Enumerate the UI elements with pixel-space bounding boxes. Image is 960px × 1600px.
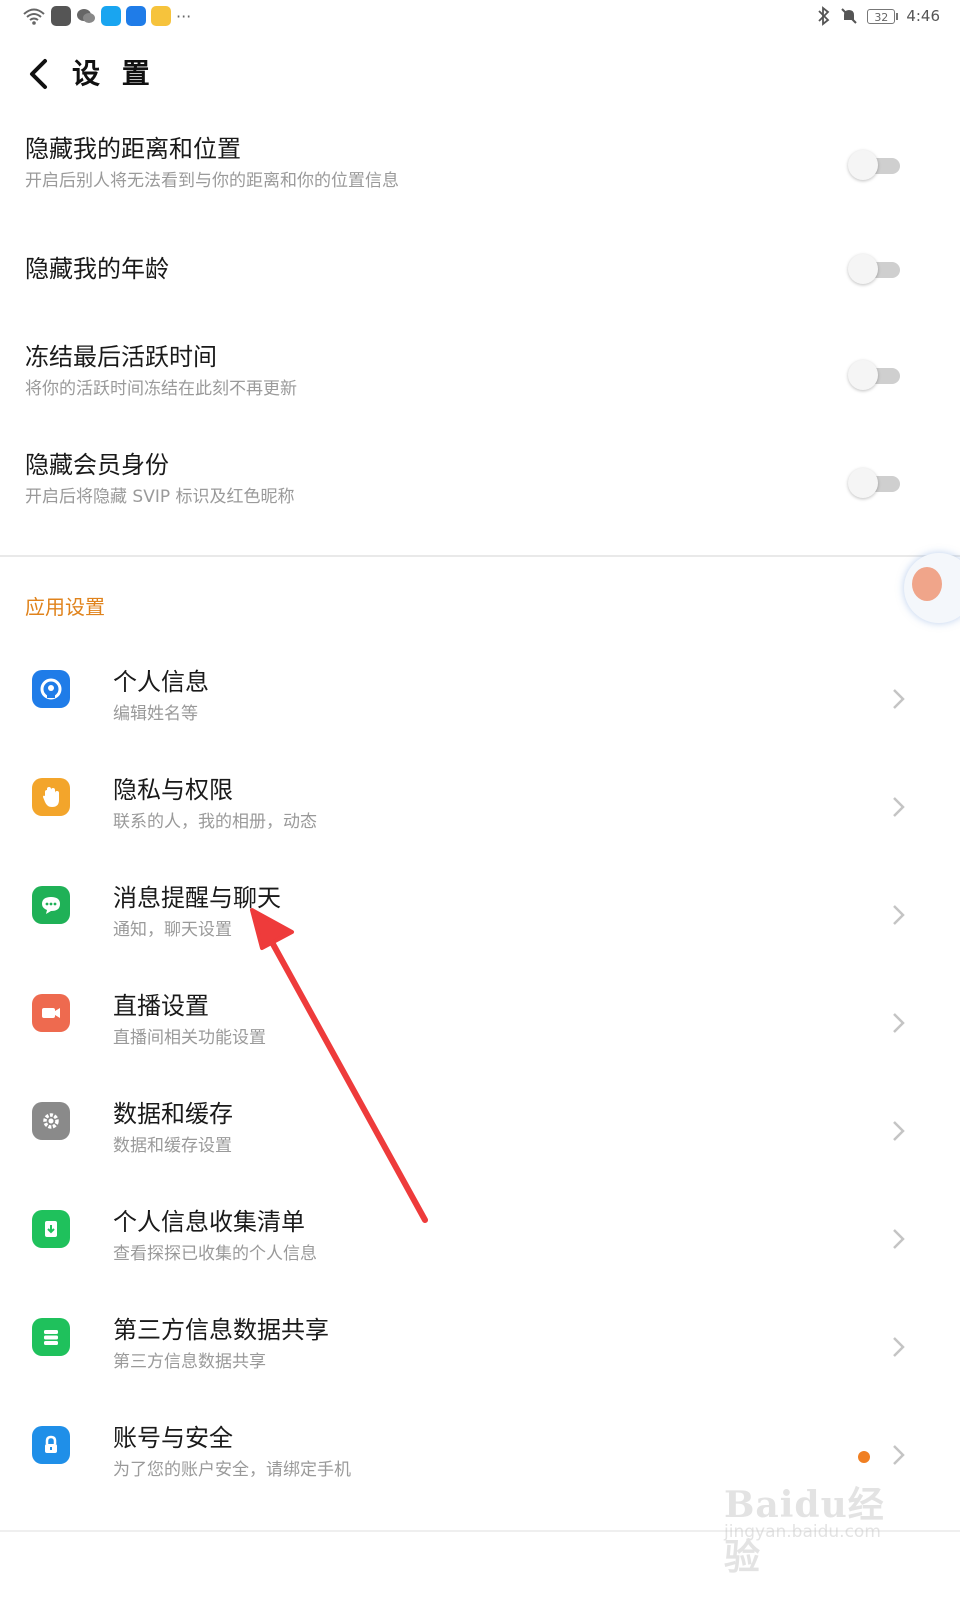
toggle-row-hide-membership: 隐藏会员身份 开启后将隐藏 SVIP 标识及红色昵称 [0, 448, 960, 528]
hide-distance-toggle[interactable] [848, 150, 902, 180]
chat-icon [32, 886, 70, 924]
video-icon [32, 994, 70, 1032]
search-app-icon [101, 6, 121, 26]
back-button[interactable] [18, 54, 58, 94]
toggle-row-hide-age: 隐藏我的年龄 [0, 250, 960, 310]
menu-subtitle: 查看探探已收集的个人信息 [113, 1244, 317, 1264]
status-bar: ··· 32 4:46 [0, 0, 960, 40]
row-title: 冻结最后活跃时间 [25, 343, 217, 371]
chevron-right-icon [893, 905, 905, 925]
bluetooth-icon [818, 6, 830, 26]
hand-icon [32, 778, 70, 816]
menu-item-data-cache[interactable]: 数据和缓存 数据和缓存设置 [0, 1082, 960, 1190]
menu-title: 个人信息 [113, 668, 209, 696]
status-overflow: ··· [176, 6, 192, 26]
wechat-icon [77, 9, 95, 23]
row-subtitle: 开启后将隐藏 SVIP 标识及红色昵称 [25, 487, 295, 507]
bot-app-icon [51, 6, 71, 26]
menu-subtitle: 数据和缓存设置 [113, 1136, 232, 1156]
menu-item-info-collection-list[interactable]: 个人信息收集清单 查看探探已收集的个人信息 [0, 1190, 960, 1298]
menu-subtitle: 联系的人，我的相册，动态 [113, 812, 317, 832]
chevron-right-icon [893, 1445, 905, 1465]
status-right: 32 4:46 [817, 6, 940, 26]
watermark-url: jingyan.baidu.com [724, 1522, 881, 1542]
menu-title: 消息提醒与聊天 [113, 884, 281, 912]
menu-item-personal-info[interactable]: 个人信息 编辑姓名等 [0, 650, 960, 758]
row-title: 隐藏我的距离和位置 [25, 135, 241, 163]
menu-item-live-settings[interactable]: 直播设置 直播间相关功能设置 [0, 974, 960, 1082]
menu-title: 直播设置 [113, 992, 209, 1020]
menu-subtitle: 为了您的账户安全，请绑定手机 [113, 1460, 351, 1480]
gear-icon [32, 1102, 70, 1140]
row-subtitle: 将你的活跃时间冻结在此刻不再更新 [25, 379, 297, 399]
menu-title: 账号与安全 [113, 1424, 233, 1452]
chevron-right-icon [893, 1121, 905, 1141]
app-settings-header: 应用设置 [25, 595, 105, 619]
floating-assistant-button[interactable] [904, 553, 960, 623]
status-time: 4:46 [906, 7, 940, 25]
row-subtitle: 开启后别人将无法看到与你的距离和你的位置信息 [25, 171, 399, 191]
chevron-right-icon [893, 1337, 905, 1357]
download-icon [32, 1210, 70, 1248]
menu-item-third-party-sharing[interactable]: 第三方信息数据共享 第三方信息数据共享 [0, 1298, 960, 1406]
header: 设 置 [0, 40, 960, 110]
lock-icon [32, 1426, 70, 1464]
hide-age-toggle[interactable] [848, 254, 902, 284]
status-left-icons: ··· [22, 6, 191, 26]
menu-subtitle: 直播间相关功能设置 [113, 1028, 266, 1048]
toggle-row-freeze-active: 冻结最后活跃时间 将你的活跃时间冻结在此刻不再更新 [0, 340, 960, 420]
menu-subtitle: 第三方信息数据共享 [113, 1352, 266, 1372]
baidu-watermark: Baidu经验 jingyan.baidu.com [724, 1470, 904, 1578]
freeze-active-toggle[interactable] [848, 360, 902, 390]
hide-membership-toggle[interactable] [848, 468, 902, 498]
row-title: 隐藏会员身份 [25, 451, 169, 479]
menu-item-messages-chat[interactable]: 消息提醒与聊天 通知，聊天设置 [0, 866, 960, 974]
menu-title: 隐私与权限 [113, 776, 233, 804]
toggle-row-hide-distance: 隐藏我的距离和位置 开启后别人将无法看到与你的距离和你的位置信息 [0, 130, 960, 210]
section-divider [0, 555, 960, 557]
menu-subtitle: 编辑姓名等 [113, 704, 198, 724]
menu-item-privacy-permissions[interactable]: 隐私与权限 联系的人，我的相册，动态 [0, 758, 960, 866]
chevron-right-icon [893, 797, 905, 817]
page-title: 设 置 [72, 57, 156, 90]
chevron-right-icon [893, 1229, 905, 1249]
back-arrow-icon [30, 59, 47, 89]
qq-app-icon [126, 6, 146, 26]
menu-subtitle: 通知，聊天设置 [113, 920, 232, 940]
notification-dot [858, 1451, 870, 1463]
menu-title: 第三方信息数据共享 [113, 1316, 329, 1344]
weibo-app-icon [151, 6, 171, 26]
chevron-right-icon [893, 1013, 905, 1033]
menu-title: 个人信息收集清单 [113, 1208, 305, 1236]
mute-bell-icon [841, 8, 858, 24]
row-title: 隐藏我的年龄 [25, 255, 169, 283]
menu-title: 数据和缓存 [113, 1100, 233, 1128]
list-icon [32, 1318, 70, 1356]
battery-indicator: 32 [867, 8, 899, 24]
person-icon [32, 670, 70, 708]
chevron-right-icon [893, 689, 905, 709]
wifi-icon [23, 8, 45, 25]
